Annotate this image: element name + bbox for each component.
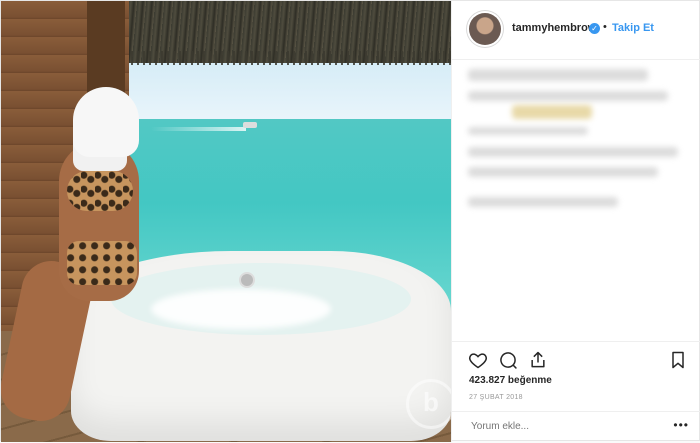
blurred-comment-line <box>468 127 588 135</box>
blurred-caption-line <box>468 69 648 81</box>
verified-badge-icon: ✓ <box>589 23 600 34</box>
bookmark-icon[interactable] <box>668 350 688 370</box>
blurred-comment-line <box>468 167 658 177</box>
blurred-emoji <box>512 105 592 119</box>
separator-dot: • <box>603 21 607 33</box>
boat <box>243 122 257 128</box>
leopard-bikini-bottom <box>67 241 137 285</box>
leopard-bikini-top <box>67 171 133 211</box>
post-photo[interactable]: b <box>1 1 451 442</box>
avatar[interactable] <box>469 13 501 45</box>
roof-fringe <box>101 51 451 65</box>
watermark-logo: b <box>406 379 451 429</box>
more-options-icon[interactable]: ••• <box>673 418 689 432</box>
bath-foam <box>151 289 331 329</box>
comment-input[interactable] <box>469 420 653 433</box>
comment-icon[interactable] <box>498 350 518 370</box>
username-link[interactable]: tammyhembrow <box>512 22 596 34</box>
share-icon[interactable] <box>528 350 548 370</box>
post-header: tammyhembrow ✓ • Takip Et <box>452 1 700 60</box>
blurred-comment-line <box>468 197 618 207</box>
follow-button[interactable]: Takip Et <box>612 22 654 34</box>
head-towel <box>73 87 139 157</box>
tub-drain <box>239 272 255 288</box>
comment-bar: ••• <box>452 411 700 443</box>
post-sidebar: tammyhembrow ✓ • Takip Et 423.827 beğenm… <box>451 1 700 442</box>
blurred-comment-line <box>468 147 678 157</box>
blurred-comment-line <box>468 91 668 101</box>
post-date[interactable]: 27 ŞUBAT 2018 <box>469 394 523 401</box>
instagram-post: b tammyhembrow ✓ • Takip Et 423.827 beğe… <box>0 0 700 442</box>
heart-icon[interactable] <box>468 350 488 370</box>
boat-wake <box>151 127 246 131</box>
like-count[interactable]: 423.827 beğenme <box>469 375 552 386</box>
